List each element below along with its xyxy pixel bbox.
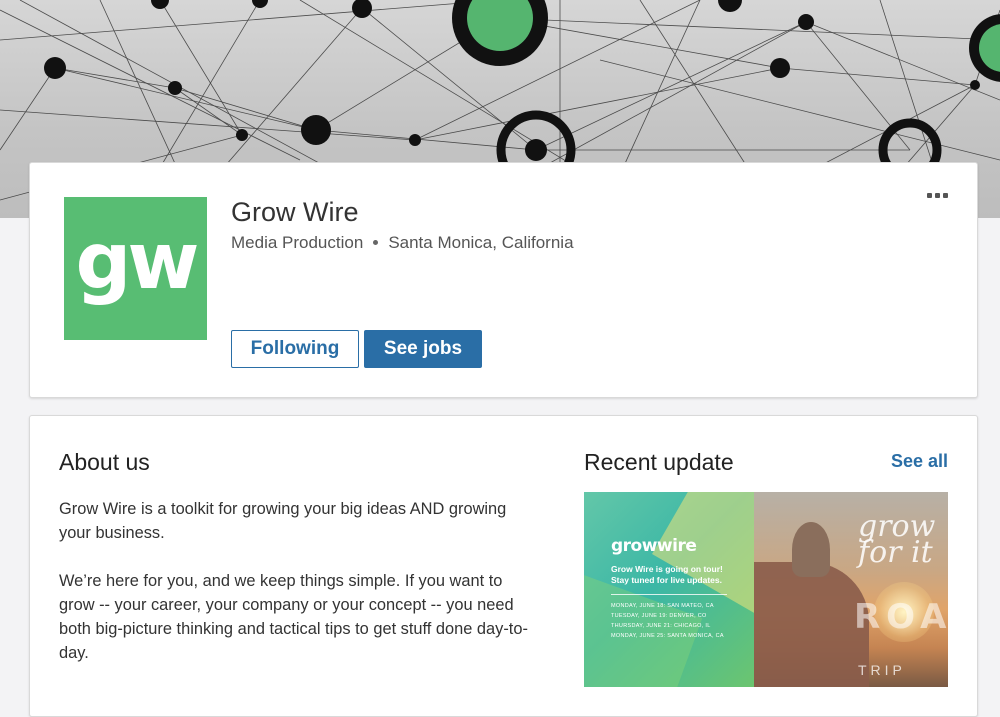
photo-trip-text: TRIP — [858, 662, 906, 678]
company-industry: Media Production — [231, 233, 364, 252]
road-trip-photo: grow for it ROAD TRIP — [754, 492, 948, 687]
recent-update-image[interactable]: growwire Grow Wire is going on tour! Sta… — [584, 492, 948, 687]
more-horizontal-icon[interactable] — [927, 193, 948, 198]
car-shape — [754, 562, 869, 687]
tour-date: MONDAY, JUNE 18: SAN MATEO, CA — [611, 603, 714, 609]
more-dot — [935, 193, 940, 198]
photo-road-text: ROAD — [854, 597, 948, 637]
company-logo: gw — [64, 197, 207, 340]
company-name: Grow Wire — [231, 197, 359, 227]
about-paragraph: We’re here for you, and we keep things s… — [59, 572, 528, 662]
company-meta: Media Production Santa Monica, California — [231, 233, 574, 253]
tour-date: TUESDAY, JUNE 19: DENVER, CO — [611, 613, 707, 619]
separator-dot — [373, 240, 379, 246]
tour-graphic: growwire Grow Wire is going on tour! Sta… — [584, 492, 816, 687]
company-logo-text: gw — [75, 216, 200, 307]
more-dot — [927, 193, 932, 198]
recent-update-title: Recent update — [584, 449, 734, 475]
company-header-card: gw Grow Wire Media Production Santa Monic… — [29, 162, 978, 398]
about-title: About us — [59, 449, 150, 475]
tour-divider — [611, 594, 727, 595]
photo-script-text: grow for it — [858, 509, 936, 570]
tour-brand: growwire — [611, 536, 697, 556]
tour-text: Grow Wire is going on tour! Stay tuned f… — [611, 564, 723, 585]
see-jobs-button[interactable]: See jobs — [364, 330, 482, 368]
about-card: About us Grow Wire is a toolkit for grow… — [29, 415, 978, 717]
company-location: Santa Monica, California — [388, 233, 574, 252]
about-paragraph: Grow Wire is a toolkit for growing your … — [59, 500, 507, 542]
person-shape — [792, 522, 830, 577]
tour-date: THURSDAY, JUNE 21: CHICAGO, IL — [611, 623, 711, 629]
tour-date: MONDAY, JUNE 25: SANTA MONICA, CA — [611, 633, 724, 639]
following-button[interactable]: Following — [231, 330, 359, 368]
see-all-link[interactable]: See all — [891, 451, 948, 472]
more-dot — [943, 193, 948, 198]
tour-dates: MONDAY, JUNE 18: SAN MATEO, CA TUESDAY, … — [611, 601, 724, 641]
